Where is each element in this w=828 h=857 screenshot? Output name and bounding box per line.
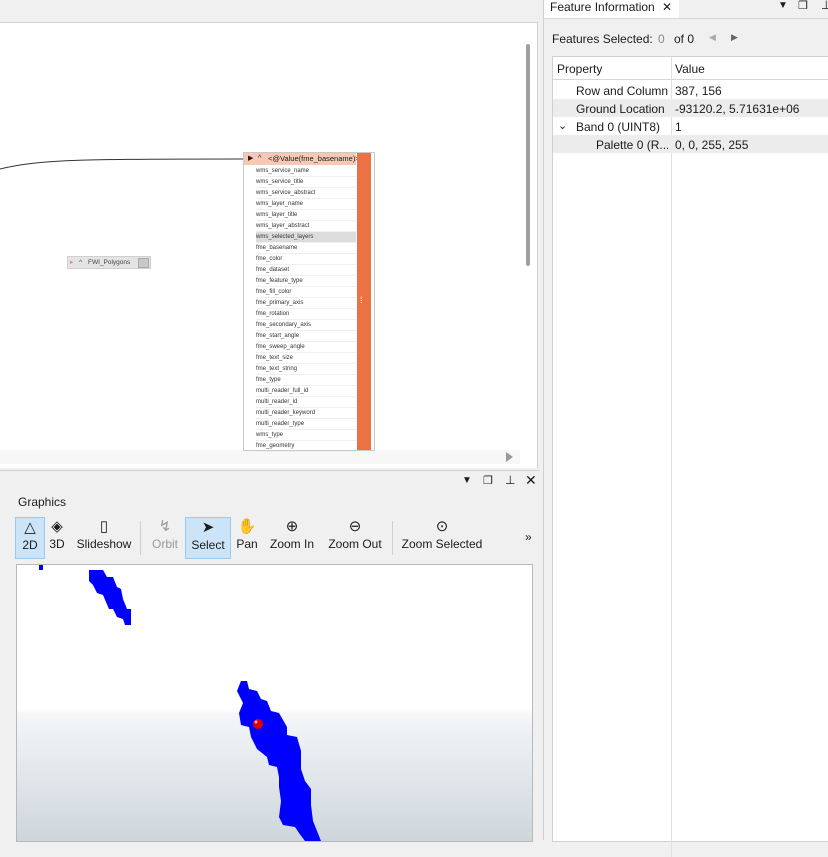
attribute-item[interactable]: wms_layer_title (256, 210, 356, 221)
feature-type-box[interactable]: ▶ ^ <@Value(fme_basename)> ⁞ wms_service… (243, 152, 375, 452)
attribute-item[interactable]: wms_layer_abstract (256, 221, 356, 232)
table-header: Property Value (553, 57, 828, 857)
mode-3d-button[interactable]: ◈ 3D (46, 517, 68, 557)
previous-feature-icon[interactable]: ◀ (709, 32, 716, 43)
polygons-node-label: FWI_Polygons (88, 259, 131, 266)
attribute-item[interactable]: fme_fill_color (256, 287, 356, 298)
zoom-out-button[interactable]: ⊖ Zoom Out (325, 517, 385, 557)
pin-icon[interactable]: ⊥ (821, 0, 828, 12)
canvas-vertical-scrollbar[interactable] (526, 44, 530, 266)
feature-information-panel: Feature Information ✕ ▼ ❐ ⊥ Features Sel… (543, 0, 828, 857)
attribute-item[interactable]: multi_reader_full_id (256, 386, 356, 397)
play-triangle-icon[interactable]: ▶ (248, 153, 253, 165)
feature-type-header[interactable]: ▶ ^ <@Value(fme_basename)> (244, 153, 360, 165)
value-column-header[interactable]: Value (675, 62, 705, 76)
pin-icon[interactable]: ⊥ (505, 473, 515, 487)
column-divider[interactable] (671, 57, 672, 857)
select-button[interactable]: ➤ Select (185, 517, 231, 559)
features-selected-label: Features Selected: (552, 32, 653, 46)
orbit-icon: ↯ (158, 518, 172, 535)
canvas-horizontal-scrollbar[interactable] (0, 450, 520, 464)
attribute-item[interactable]: multi_reader_type (256, 419, 356, 430)
zoom-in-button[interactable]: ⊕ Zoom In (267, 517, 317, 557)
attribute-item[interactable]: fme_type (256, 375, 356, 386)
raster-blue-region (39, 565, 321, 841)
pan-button[interactable]: ✋ Pan (233, 517, 261, 557)
orbit-button[interactable]: ↯ Orbit (148, 517, 182, 557)
toolbar-overflow-icon[interactable]: » (525, 530, 532, 544)
table-row[interactable]: Ground Location -93120.2, 5.71631e+06 (553, 99, 828, 117)
attribute-item[interactable]: fme_feature_type (256, 276, 356, 287)
chevron-down-icon[interactable]: ⌄ (558, 119, 567, 132)
attribute-item[interactable]: fme_secondary_axis (256, 320, 356, 331)
graphics-tab-label[interactable]: Graphics (18, 495, 66, 509)
slideshow-button[interactable]: ▯ Slideshow (76, 517, 132, 557)
triangle-2d-icon: △ (24, 519, 36, 536)
feature-type-port-bar[interactable]: ⁞ (357, 153, 371, 450)
property-column-header[interactable]: Property (557, 62, 602, 76)
attribute-item[interactable]: wms_type (256, 430, 356, 441)
float-window-icon[interactable]: ❐ (798, 0, 808, 12)
mode-2d-button[interactable]: △ 2D (15, 517, 45, 559)
table-row[interactable]: ⌄ Band 0 (UINT8) 1 (553, 117, 828, 135)
zoom-out-icon: ⊖ (348, 518, 362, 535)
tab-feature-information[interactable]: Feature Information ✕ (544, 0, 679, 18)
feature-properties-table: Property Value Row and Column 387, 156 G… (552, 56, 828, 857)
dropdown-arrow-icon[interactable]: ▼ (462, 475, 472, 486)
close-icon[interactable]: ✕ (662, 0, 672, 15)
polygons-reader-node[interactable]: ▸ ^ FWI_Polygons (67, 256, 151, 269)
attribute-item[interactable]: fme_color (256, 254, 356, 265)
cube-3d-icon: ◈ (51, 518, 63, 535)
features-total: of 0 (674, 32, 695, 46)
marker-highlight (254, 720, 258, 724)
dropdown-arrow-icon[interactable]: ▼ (778, 0, 788, 11)
table-row[interactable]: Row and Column 387, 156 (553, 81, 828, 99)
attribute-item[interactable]: wms_layer_name (256, 199, 356, 210)
attribute-item[interactable]: fme_dataset (256, 265, 356, 276)
toolbar-separator (392, 521, 393, 555)
layers-icon (138, 258, 149, 268)
raster-view (39, 565, 321, 841)
close-icon[interactable]: ✕ (525, 472, 537, 489)
zoom-selected-icon: ⊙ (435, 518, 449, 535)
float-window-icon[interactable]: ❐ (483, 474, 493, 487)
reader-port-icon[interactable]: ▸ (70, 257, 73, 268)
toolbar-separator (140, 521, 141, 555)
attribute-item[interactable]: fme_text_size (256, 353, 356, 364)
grip-icon[interactable]: ⁞ (360, 295, 363, 305)
selection-marker[interactable] (253, 719, 263, 729)
next-feature-icon[interactable]: ▶ (731, 32, 738, 43)
attribute-item[interactable]: fme_sweep_angle (256, 342, 356, 353)
table-row[interactable]: Palette 0 (R... 0, 0, 255, 255 (553, 135, 828, 153)
hand-icon: ✋ (237, 518, 257, 535)
features-selected-count: 0 (658, 32, 665, 46)
attribute-item[interactable]: fme_text_string (256, 364, 356, 375)
zoom-selected-button[interactable]: ⊙ Zoom Selected (399, 517, 485, 557)
attribute-item[interactable]: fme_basename (256, 243, 356, 254)
attribute-item[interactable]: multi_reader_id (256, 397, 356, 408)
cursor-arrow-icon: ➤ (201, 519, 215, 536)
feature-type-title: <@Value(fme_basename)> (268, 154, 360, 163)
feature-information-tabbar: Feature Information ✕ ▼ ❐ ⊥ (544, 0, 828, 19)
attribute-item[interactable]: multi_reader_keyword (256, 408, 356, 419)
attribute-item[interactable]: fme_primary_axis (256, 298, 356, 309)
slideshow-icon: ▯ (99, 518, 109, 535)
zoom-in-icon: ⊕ (285, 518, 299, 535)
attribute-item[interactable]: wms_service_name (256, 166, 356, 177)
attribute-item[interactable]: fme_start_angle (256, 331, 356, 342)
collapse-caret-icon[interactable]: ^ (79, 257, 82, 268)
attribute-item[interactable]: fme_geometry (256, 441, 356, 452)
attribute-item[interactable]: wms_service_abstract (256, 188, 356, 199)
scroll-right-arrow-icon[interactable] (506, 452, 513, 462)
attribute-item[interactable]: wms_selected_layers (256, 232, 356, 243)
collapse-caret-icon[interactable]: ^ (258, 153, 261, 165)
graphics-viewport[interactable] (16, 564, 533, 842)
graphics-dock-titlebar: ▼ ❐ ⊥ ✕ (0, 470, 540, 493)
attribute-item[interactable]: fme_rotation (256, 309, 356, 320)
attribute-item[interactable]: wms_service_title (256, 177, 356, 188)
